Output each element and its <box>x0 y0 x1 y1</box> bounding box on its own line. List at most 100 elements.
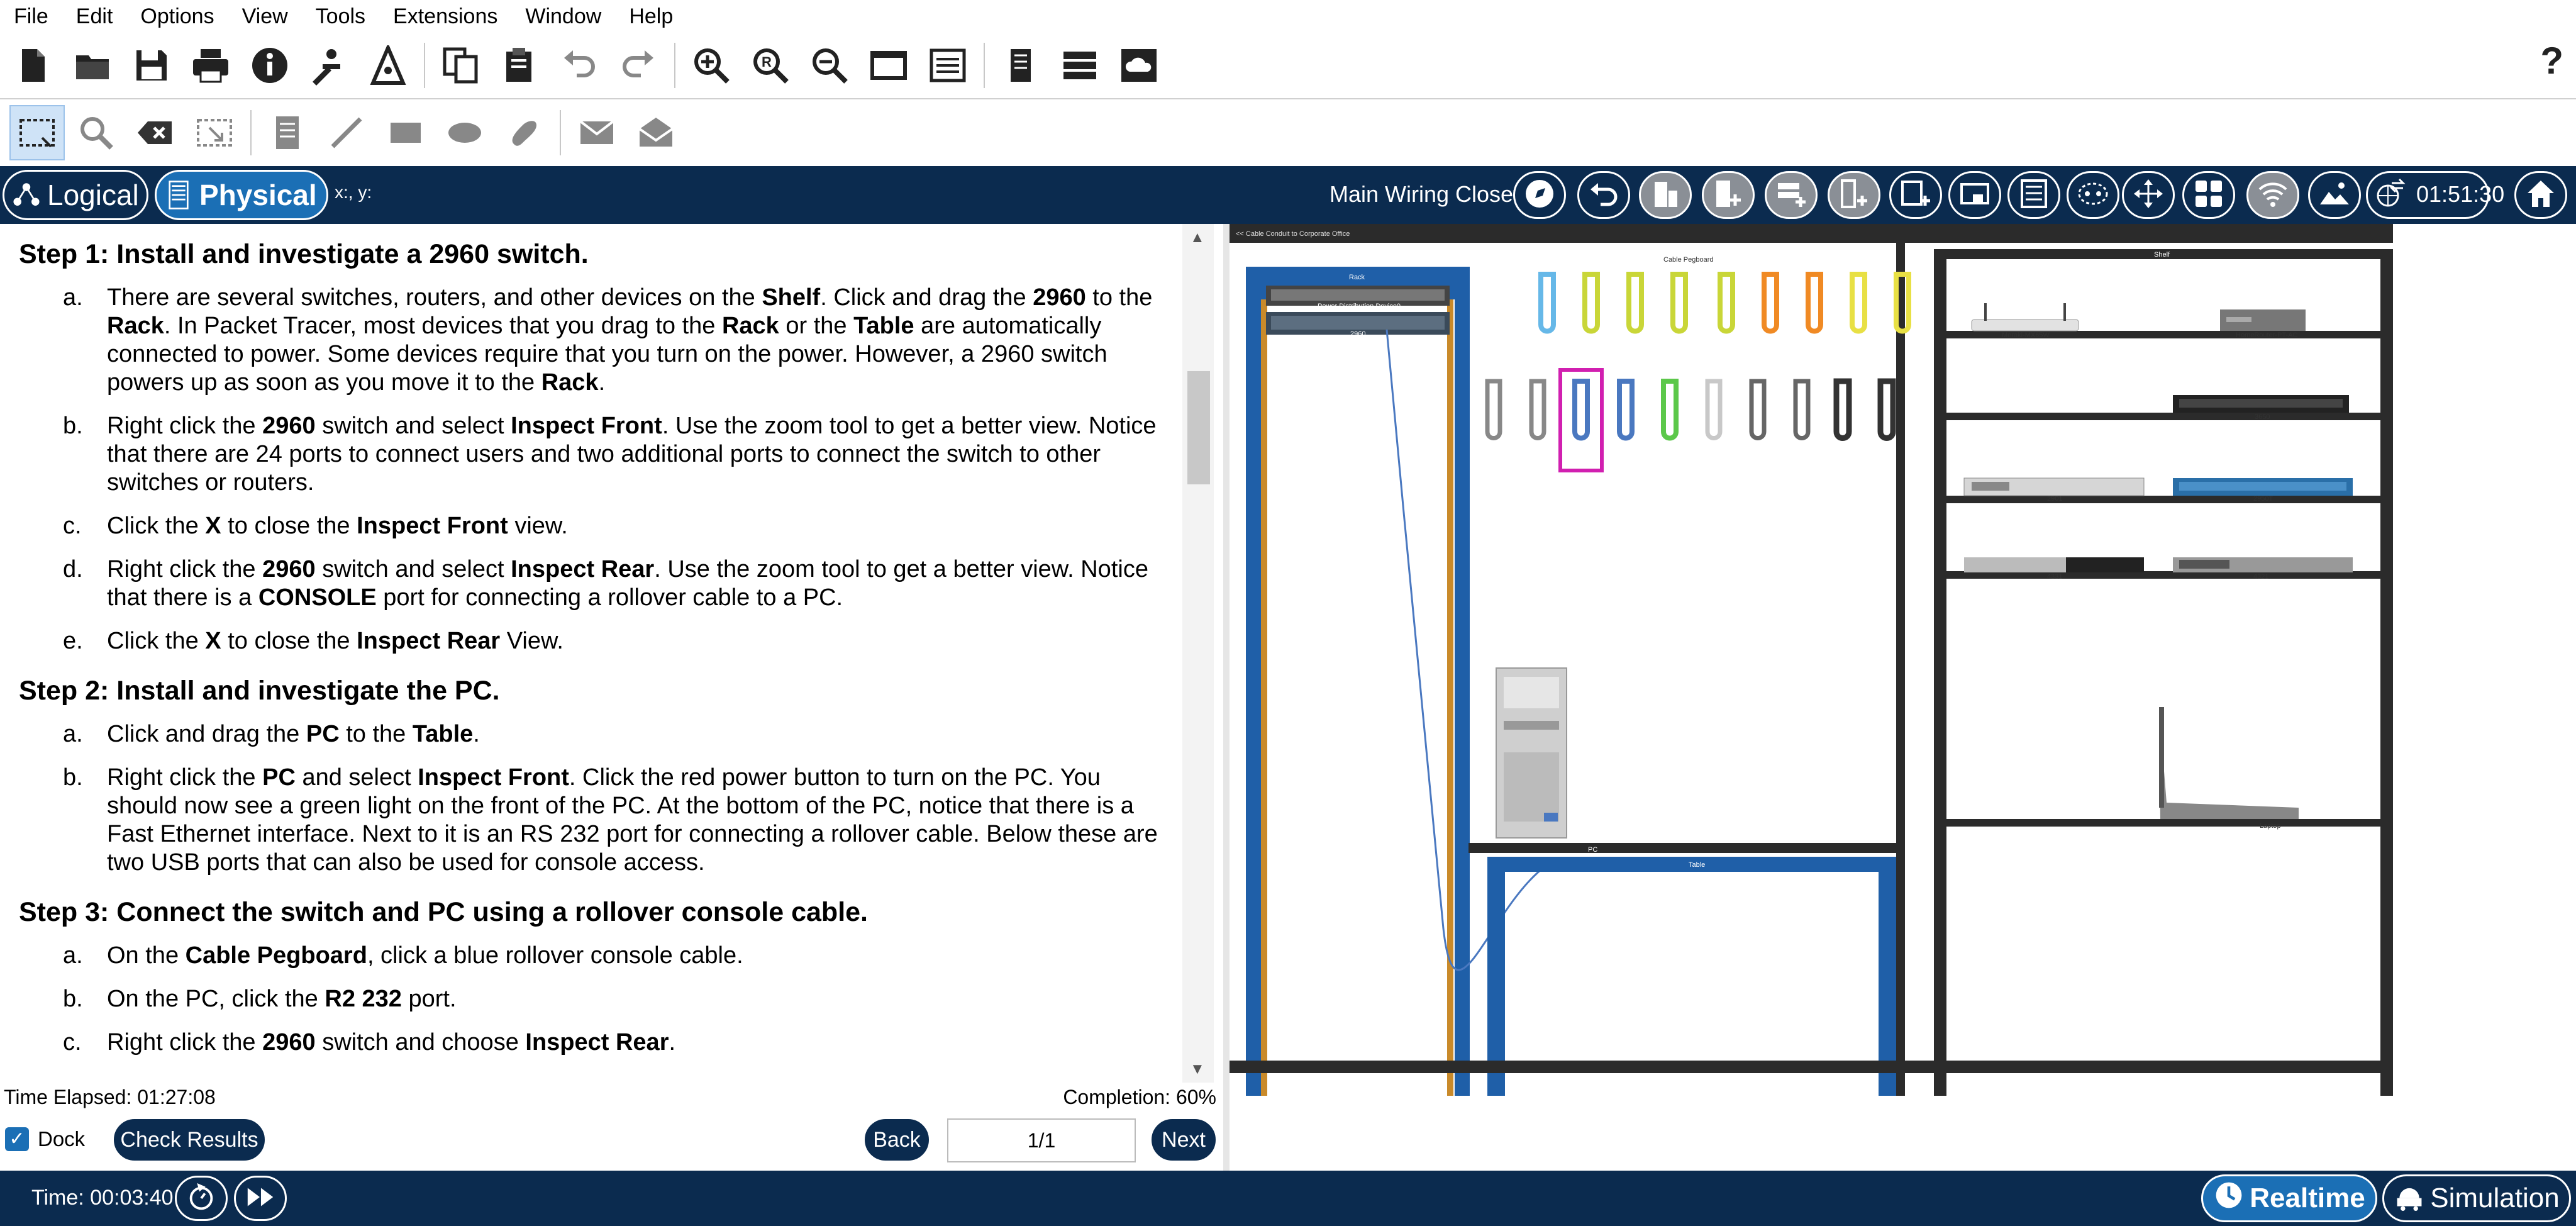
custom-device-icon[interactable] <box>993 38 1048 93</box>
wiring-closet-canvas[interactable]: << Cable Conduit to Corporate Office Rac… <box>1230 224 2576 1171</box>
select-icon[interactable] <box>9 105 65 160</box>
cluster-button[interactable] <box>2067 171 2119 219</box>
line-icon[interactable] <box>319 105 374 160</box>
simulation-bar: Time: 00:03:40 Realtime Simulation <box>0 1171 2576 1226</box>
cloud-icon[interactable] <box>1111 38 1167 93</box>
closet-add-icon <box>1774 177 1808 214</box>
home-button[interactable] <box>2514 171 2567 219</box>
complex-pdu-icon[interactable] <box>628 105 684 160</box>
compass-icon <box>1523 177 1557 214</box>
paste-icon[interactable] <box>492 38 548 93</box>
copy-icon[interactable] <box>433 38 489 93</box>
cable-pegboard-button[interactable] <box>2007 171 2060 219</box>
instruction-text: Click and drag the PC to the Table. <box>107 721 480 747</box>
add-pdu-icon[interactable] <box>569 105 625 160</box>
rectangle-icon[interactable] <box>378 105 433 160</box>
scroll-thumb[interactable] <box>1187 371 1210 484</box>
instruction-text: On the Cable Pegboard, click a blue roll… <box>107 942 743 969</box>
menu-extensions[interactable]: Extensions <box>379 4 511 29</box>
background-image-button[interactable] <box>2308 171 2361 219</box>
delete-icon[interactable] <box>128 105 183 160</box>
device-stack-icon[interactable] <box>1052 38 1108 93</box>
device-2950t[interactable] <box>2173 478 2353 496</box>
pc-shelf-surface <box>1468 843 1902 853</box>
new-file-icon[interactable] <box>6 38 61 93</box>
menu-window[interactable]: Window <box>511 4 615 29</box>
menu-edit[interactable]: Edit <box>62 4 127 29</box>
device-3650-label: 3650 <box>2255 413 2270 421</box>
menu-file[interactable]: File <box>0 4 62 29</box>
inspect-icon[interactable] <box>69 105 124 160</box>
power-cycle-button[interactable] <box>175 1176 228 1221</box>
move-view-button[interactable] <box>2122 171 2175 219</box>
next-button[interactable]: Next <box>1150 1117 1218 1162</box>
zoom-reset-icon[interactable]: R <box>743 38 798 93</box>
activity-wizard-icon[interactable] <box>301 38 357 93</box>
new-closet-button[interactable] <box>1765 171 1818 219</box>
grid-view-button[interactable] <box>2182 171 2235 219</box>
open-folder-icon[interactable] <box>65 38 120 93</box>
back-location-button[interactable] <box>1577 171 1630 219</box>
dock-checkbox[interactable]: ✓ <box>5 1127 29 1151</box>
wireless-range-button[interactable] <box>2246 171 2299 219</box>
check-results-button[interactable]: Check Results <box>112 1117 267 1162</box>
network-info-icon[interactable] <box>360 38 416 93</box>
breadcrumb-text[interactable]: << Cable Conduit to Corporate Office <box>1236 230 1350 238</box>
fast-forward-button[interactable] <box>234 1176 287 1221</box>
freeform-icon[interactable] <box>496 105 552 160</box>
shelf[interactable] <box>1934 249 2393 1096</box>
window-icon[interactable] <box>861 38 916 93</box>
panel-splitter[interactable] <box>1223 224 1230 1171</box>
redo-icon[interactable] <box>611 38 666 93</box>
info-icon[interactable] <box>242 38 297 93</box>
tab-physical[interactable]: Physical <box>155 170 328 220</box>
save-icon[interactable] <box>124 38 179 93</box>
print-icon[interactable] <box>183 38 238 93</box>
ellipse-icon[interactable] <box>437 105 492 160</box>
menu-help[interactable]: Help <box>615 4 687 29</box>
rack[interactable] <box>1246 267 1470 1096</box>
device-4331[interactable] <box>1964 557 2144 572</box>
simulation-mode-button[interactable]: Simulation <box>2382 1174 2571 1222</box>
grid-icon <box>2192 177 2226 214</box>
rack-label: Rack <box>1349 274 1365 281</box>
instruction-text: Right click the 2960 switch and select I… <box>107 556 1148 611</box>
instructions-scrollbar[interactable]: ▲ ▼ <box>1182 224 1214 1083</box>
tab-logical[interactable]: Logical <box>3 170 148 220</box>
page-indicator[interactable]: 1/1 <box>947 1118 1136 1162</box>
new-rack-button[interactable] <box>1828 171 1880 219</box>
device-laptop[interactable] <box>2159 707 2299 819</box>
landscape-icon <box>2318 177 2351 214</box>
device-meraki[interactable] <box>1971 303 2079 332</box>
pc-tower[interactable] <box>1496 667 1567 839</box>
scroll-up-icon[interactable]: ▲ <box>1190 229 1205 247</box>
menu-view[interactable]: View <box>228 4 302 29</box>
new-shelf-button[interactable] <box>1948 171 2001 219</box>
pc-label: PC <box>1588 846 1597 854</box>
resize-icon[interactable] <box>187 105 242 160</box>
toolbar-divider <box>250 110 252 155</box>
zoom-in-icon[interactable] <box>684 38 739 93</box>
device-home-router[interactable] <box>2220 309 2306 331</box>
instruction-letter: e. <box>63 628 83 654</box>
realtime-mode-button[interactable]: Realtime <box>2201 1174 2377 1222</box>
palette-icon[interactable] <box>920 38 975 93</box>
navigation-compass-button[interactable] <box>1513 171 1566 219</box>
zoom-out-icon[interactable] <box>802 38 857 93</box>
device-2901[interactable] <box>1963 477 2145 496</box>
note-icon[interactable] <box>260 105 315 160</box>
scroll-down-icon[interactable]: ▼ <box>1190 1061 1205 1078</box>
table[interactable] <box>1487 857 1896 1096</box>
device-4321[interactable] <box>2173 557 2353 572</box>
move-object-button[interactable] <box>1639 171 1692 219</box>
menu-options[interactable]: Options <box>126 4 228 29</box>
device-3650[interactable] <box>2173 395 2349 413</box>
new-building-button[interactable] <box>1702 171 1755 219</box>
undo-icon[interactable] <box>552 38 607 93</box>
menu-tools[interactable]: Tools <box>302 4 379 29</box>
back-button[interactable]: Back <box>863 1117 931 1162</box>
physical-workspace[interactable]: << Cable Conduit to Corporate Office Rac… <box>1230 224 2576 1171</box>
physical-rack-icon <box>163 177 194 213</box>
new-table-button[interactable] <box>1889 171 1942 219</box>
help-button[interactable]: ? <box>2540 39 2563 82</box>
